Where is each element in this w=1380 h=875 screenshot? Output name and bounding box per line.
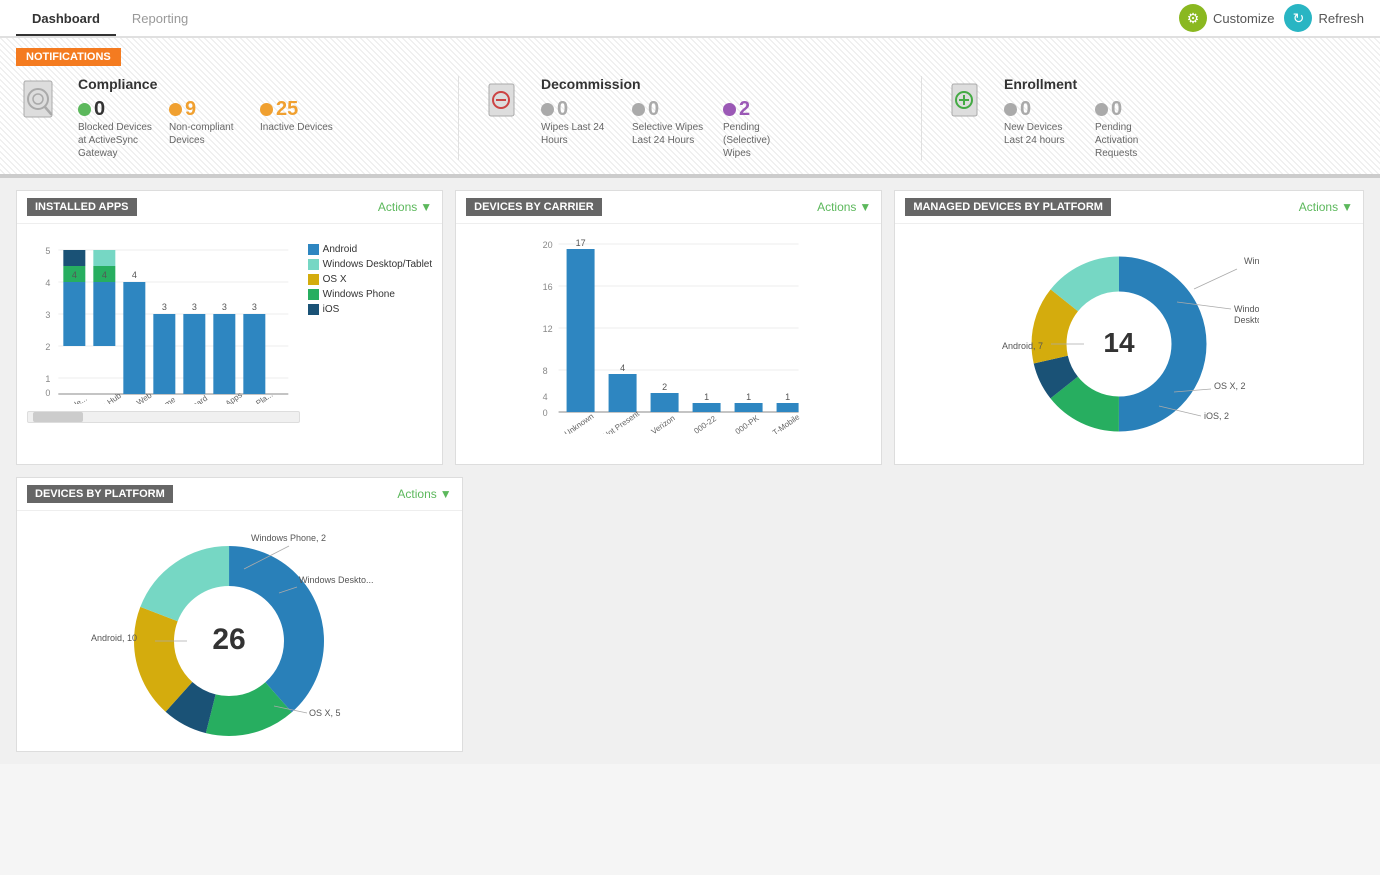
decommission-title: Decommission xyxy=(541,76,798,92)
managed-actions-chevron-icon: ▼ xyxy=(1341,200,1353,214)
devices-by-carrier-actions[interactable]: Actions ▼ xyxy=(817,200,871,214)
svg-text:000-22: 000-22 xyxy=(693,414,719,434)
compliance-title: Compliance xyxy=(78,76,333,92)
enrollment-group: Enrollment 0 New Devices Last 24 hours 0 xyxy=(922,76,1364,160)
installed-apps-legend: Android Windows Desktop/Tablet OS X Wind… xyxy=(308,244,433,315)
tab-reporting[interactable]: Reporting xyxy=(116,3,204,34)
customize-button[interactable]: ⚙ Customize xyxy=(1179,4,1274,32)
svg-text:Flipboard: Flipboard xyxy=(177,394,209,404)
svg-text:17: 17 xyxy=(576,238,586,248)
decommission-icon xyxy=(479,76,529,126)
svg-text:3: 3 xyxy=(192,302,197,312)
blocked-devices[interactable]: 0 Blocked Devices at ActiveSync Gateway xyxy=(78,98,153,160)
refresh-button[interactable]: ↻ Refresh xyxy=(1284,4,1364,32)
enrollment-icon xyxy=(942,76,992,126)
svg-text:Android, 7: Android, 7 xyxy=(1002,341,1043,351)
svg-text:000-PK: 000-PK xyxy=(734,413,762,434)
svg-text:4: 4 xyxy=(543,392,548,402)
carrier-actions-chevron-icon: ▼ xyxy=(859,200,871,214)
svg-text:0: 0 xyxy=(543,408,548,418)
notifications-header: NOTIFICATIONS xyxy=(16,48,121,66)
devices-by-platform-title: DEVICES BY PLATFORM xyxy=(27,485,173,503)
gear-icon: ⚙ xyxy=(1179,4,1207,32)
inactive-devices[interactable]: 25 Inactive Devices xyxy=(260,98,333,160)
devices-by-carrier-title: DEVICES BY CARRIER xyxy=(466,198,602,216)
non-compliant-devices[interactable]: 9 Non-compliant Devices xyxy=(169,98,244,160)
svg-text:Secure Hub: Secure Hub xyxy=(83,391,123,404)
svg-text:3: 3 xyxy=(162,302,167,312)
svg-text:4: 4 xyxy=(620,363,625,373)
compliance-group: Compliance 0 Blocked Devices at ActiveSy… xyxy=(16,76,459,160)
svg-text:Windows: Windows xyxy=(1234,304,1259,314)
svg-text:3: 3 xyxy=(222,302,227,312)
refresh-icon: ↻ xyxy=(1284,4,1312,32)
decommission-group: Decommission 0 Wipes Last 24 Hours 0 xyxy=(459,76,922,160)
devices-by-platform-panel: DEVICES BY PLATFORM Actions ▼ xyxy=(16,477,463,752)
svg-text:4: 4 xyxy=(132,270,137,280)
managed-devices-actions[interactable]: Actions ▼ xyxy=(1299,200,1353,214)
svg-text:0: 0 xyxy=(45,388,50,398)
svg-text:1: 1 xyxy=(746,392,751,402)
svg-text:Windows Deskto...: Windows Deskto... xyxy=(299,575,374,585)
svg-text:Verizon: Verizon xyxy=(650,414,677,434)
svg-text:Desktop/Tablet, 2: Desktop/Tablet, 2 xyxy=(1234,315,1259,325)
svg-text:1: 1 xyxy=(45,374,50,384)
svg-text:14: 14 xyxy=(1104,327,1136,358)
actions-chevron-icon: ▼ xyxy=(420,200,432,214)
svg-text:Google...: Google... xyxy=(57,394,89,404)
svg-text:4: 4 xyxy=(102,270,107,280)
pending-wipes[interactable]: 2 Pending (Selective) Wipes xyxy=(723,98,798,160)
svg-text:iOS, 2: iOS, 2 xyxy=(1204,411,1229,421)
svg-text:1: 1 xyxy=(785,392,790,402)
svg-text:T-Mobile: T-Mobile xyxy=(771,412,802,434)
enrollment-title: Enrollment xyxy=(1004,76,1170,92)
svg-text:4: 4 xyxy=(72,270,77,280)
svg-text:2: 2 xyxy=(45,342,50,352)
svg-text:Unknown: Unknown xyxy=(563,412,595,434)
svg-text:4: 4 xyxy=(45,278,50,288)
svg-text:26: 26 xyxy=(213,623,246,656)
svg-text:20: 20 xyxy=(543,240,553,250)
svg-text:Android, 10: Android, 10 xyxy=(91,633,137,643)
svg-text:5: 5 xyxy=(45,246,50,256)
svg-text:12: 12 xyxy=(543,324,553,334)
new-devices[interactable]: 0 New Devices Last 24 hours xyxy=(1004,98,1079,160)
devices-by-platform-actions[interactable]: Actions ▼ xyxy=(397,487,451,501)
pending-activation[interactable]: 0 Pending Activation Requests xyxy=(1095,98,1170,160)
svg-text:3: 3 xyxy=(252,302,257,312)
platform-actions-chevron-icon: ▼ xyxy=(440,487,452,501)
devices-by-carrier-panel: DEVICES BY CARRIER Actions ▼ 20 16 12 8 … xyxy=(455,190,882,465)
svg-text:Chrome: Chrome xyxy=(149,395,178,404)
svg-text:1: 1 xyxy=(704,392,709,402)
svg-text:Not Present: Not Present xyxy=(601,409,641,434)
managed-devices-panel: MANAGED DEVICES BY PLATFORM Actions ▼ xyxy=(894,190,1364,465)
svg-text:OS X, 2: OS X, 2 xyxy=(1214,381,1246,391)
svg-text:Windows Phone, 1: Windows Phone, 1 xyxy=(1244,256,1259,266)
managed-devices-title: MANAGED DEVICES BY PLATFORM xyxy=(905,198,1111,216)
svg-text:Windows Phone, 2: Windows Phone, 2 xyxy=(251,533,326,543)
wipes-24h[interactable]: 0 Wipes Last 24 Hours xyxy=(541,98,616,160)
svg-text:8: 8 xyxy=(543,366,548,376)
svg-text:OS X, 5: OS X, 5 xyxy=(309,708,341,718)
installed-apps-actions[interactable]: Actions ▼ xyxy=(378,200,432,214)
installed-apps-title: INSTALLED APPS xyxy=(27,198,137,216)
svg-text:3: 3 xyxy=(45,310,50,320)
selective-wipes-24h[interactable]: 0 Selective Wipes Last 24 Hours xyxy=(632,98,707,160)
compliance-icon xyxy=(16,76,66,126)
svg-text:16: 16 xyxy=(543,282,553,292)
svg-text:2: 2 xyxy=(662,382,667,392)
tab-dashboard[interactable]: Dashboard xyxy=(16,3,116,36)
installed-apps-panel: INSTALLED APPS Actions ▼ 5 4 3 2 xyxy=(16,190,443,465)
